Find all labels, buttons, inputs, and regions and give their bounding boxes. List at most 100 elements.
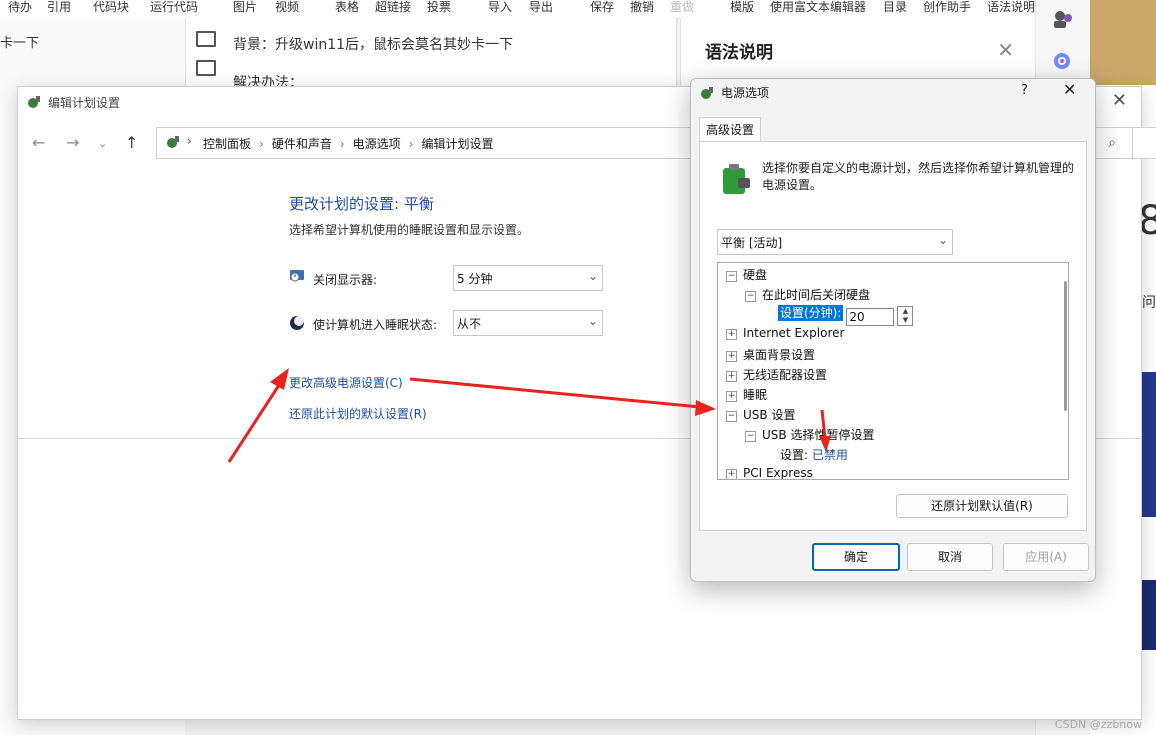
toolbar-template[interactable]: 模版 (730, 0, 754, 15)
expand-icon[interactable]: + (726, 351, 737, 362)
tree-item-pci-express[interactable]: + PCI Express (726, 466, 813, 479)
document-line: 背景：升级win11后，鼠标会莫名其妙卡一下 (233, 37, 514, 53)
tree-item-usb-setting[interactable]: 设置: 已禁用 (780, 446, 848, 463)
tree-item-usb[interactable]: − USB 设置 (726, 406, 795, 423)
toolbar-codeblock[interactable]: 代码块 (93, 0, 129, 15)
power-options-icon (701, 87, 713, 99)
dialog-title: 电源选项 (721, 86, 770, 100)
banner-image (1090, 0, 1156, 85)
breadcrumb: 控制面板 › 硬件和声音 › 电源选项 › 编辑计划设置 (203, 137, 494, 151)
banner-image (1140, 372, 1156, 517)
recent-locations-icon[interactable]: ⌄ (98, 137, 107, 150)
watermark: CSDN @zzbnow (1054, 718, 1142, 731)
power-options-dialog: 电源选项 ? ✕ 高级设置 选择你要自定义的电源计划，然后选择你希望计算机管理的… (690, 78, 1096, 582)
breadcrumb-item[interactable]: 硬件和声音 (272, 137, 332, 151)
editor-toolbar: 待办 引用 代码块 运行代码 图片 视频 表格 超链接 投票 导入 导出 保存 … (0, 0, 1040, 19)
toolbar-image[interactable]: 图片 (233, 0, 257, 15)
expand-icon[interactable]: + (726, 469, 737, 479)
tree-scrollbar[interactable] (1064, 281, 1067, 411)
restore-plan-defaults-button[interactable]: 还原计划默认值(R) (896, 494, 1068, 518)
forward-icon[interactable]: → (66, 133, 79, 152)
up-icon[interactable]: ↑ (125, 133, 138, 152)
disk-setting-label: 设置(分钟): (778, 305, 844, 321)
tree-item-disk-off[interactable]: − 在此时间后关闭硬盘 (745, 286, 870, 303)
control-panel-icon (167, 136, 179, 148)
tree-item-disk[interactable]: − 硬盘 (726, 266, 767, 283)
tab-advanced-settings[interactable]: 高级设置 (699, 117, 761, 142)
collapse-icon[interactable]: − (726, 411, 737, 422)
dialog-description: 选择你要自定义的电源计划，然后选择你希望计算机管理的电源设置。 (762, 161, 1075, 192)
partial-glyph: 问 (1142, 295, 1156, 311)
breadcrumb-item[interactable]: 编辑计划设置 (421, 137, 493, 151)
toolbar-redo[interactable]: 重做 (670, 0, 694, 15)
ok-button[interactable]: 确定 (812, 543, 900, 571)
breadcrumb-item[interactable]: 电源选项 (353, 137, 401, 151)
split-view-icon[interactable] (196, 60, 216, 76)
outline-text: 卡一下 (0, 36, 40, 51)
tree-item-desktop-background[interactable]: + 桌面背景设置 (726, 346, 815, 363)
toolbar-syntax[interactable]: 语法说明 (987, 0, 1035, 15)
collapse-icon[interactable]: − (745, 431, 756, 442)
restore-defaults-link[interactable]: 还原此计划的默认设置(R) (289, 405, 427, 422)
tree-item-usb-suspend[interactable]: − USB 选择性暂停设置 (745, 426, 874, 443)
chevron-down-icon: ⌄ (937, 233, 948, 247)
toolbar-undo[interactable]: 撤销 (630, 0, 654, 15)
apply-button[interactable]: 应用(A) (1003, 543, 1089, 571)
usb-setting-value[interactable]: 已禁用 (812, 448, 848, 462)
syntax-panel-close-icon[interactable]: ✕ (997, 38, 1014, 62)
expand-icon[interactable]: + (726, 371, 737, 382)
back-icon[interactable]: ← (32, 133, 45, 152)
collapse-icon[interactable]: − (745, 291, 756, 302)
toolbar-assistant[interactable]: 创作助手 (923, 0, 971, 15)
search-icon[interactable]: ⌕ (1091, 127, 1133, 159)
toolbar-vote[interactable]: 投票 (427, 0, 451, 15)
moon-icon (290, 316, 304, 330)
settings-tree[interactable]: − 硬盘 − 在此时间后关闭硬盘 设置(分钟): 20 ▲ ▼ + Internet Exp… (717, 262, 1069, 480)
tree-item-internet-explorer[interactable]: + Internet Explorer (726, 326, 844, 340)
toolbar-rich-editor[interactable]: 使用富文本编辑器 (770, 0, 866, 15)
turn-off-display-select[interactable]: 5 分钟 ⌄ (453, 265, 603, 291)
collapse-icon[interactable]: − (726, 271, 737, 282)
turn-off-display-label: 关闭显示器: (313, 273, 378, 287)
page-title: 更改计划的设置: 平衡 (289, 195, 434, 213)
page-subtitle: 选择希望计算机使用的睡眠设置和显示设置。 (289, 223, 530, 237)
copilot-icon[interactable] (1051, 50, 1073, 72)
toolbar-video[interactable]: 视频 (275, 0, 299, 15)
toolbar-import[interactable]: 导入 (488, 0, 512, 15)
advanced-power-settings-link[interactable]: 更改高级电源设置(C) (289, 374, 403, 391)
tree-item-sleep[interactable]: + 睡眠 (726, 386, 767, 403)
chevron-down-icon: ⌄ (587, 314, 598, 328)
sleep-select[interactable]: 从不 ⌄ (453, 310, 603, 336)
sleep-label: 使计算机进入睡眠状态: (313, 318, 438, 332)
power-plan-select[interactable]: 平衡 [活动] ⌄ (717, 229, 953, 255)
breadcrumb-item[interactable]: 控制面板 (203, 137, 251, 151)
usb-setting-label: 设置: (780, 448, 809, 462)
expand-icon[interactable]: + (726, 391, 737, 402)
help-icon[interactable]: ? (1021, 83, 1028, 98)
spin-stepper[interactable]: ▲ ▼ (897, 306, 914, 326)
battery-plug-icon (723, 164, 750, 194)
expand-icon[interactable]: + (726, 329, 737, 340)
layout-icon[interactable] (196, 31, 216, 47)
chess-icon[interactable] (1051, 8, 1073, 30)
toolbar-todo[interactable]: 待办 (8, 0, 32, 15)
toolbar-link[interactable]: 超链接 (375, 0, 411, 15)
close-icon[interactable]: ✕ (1063, 80, 1076, 99)
window-title: 编辑计划设置 (48, 96, 121, 110)
toolbar-run-code[interactable]: 运行代码 (150, 0, 198, 15)
close-icon[interactable]: ✕ (1112, 90, 1127, 111)
toolbar-export[interactable]: 导出 (529, 0, 553, 15)
toolbar-toc[interactable]: 目录 (883, 0, 907, 15)
banner-image (1140, 580, 1156, 650)
toolbar-quote[interactable]: 引用 (47, 0, 71, 15)
cancel-button[interactable]: 取消 (907, 543, 993, 571)
tree-item-wireless[interactable]: + 无线适配器设置 (726, 366, 827, 383)
toolbar-table[interactable]: 表格 (335, 0, 359, 15)
disk-minutes-input[interactable]: 20 (846, 308, 895, 326)
syntax-panel-title: 语法说明 (705, 43, 773, 63)
tree-item-disk-setting[interactable]: 设置(分钟): 20 ▲ ▼ (778, 304, 914, 326)
chevron-right-icon: › (187, 134, 192, 148)
editor-document[interactable]: 背景：升级win11后，鼠标会莫名其妙卡一下 解决办法： (185, 18, 677, 91)
monitor-clock-icon (290, 270, 304, 282)
toolbar-save[interactable]: 保存 (590, 0, 614, 15)
